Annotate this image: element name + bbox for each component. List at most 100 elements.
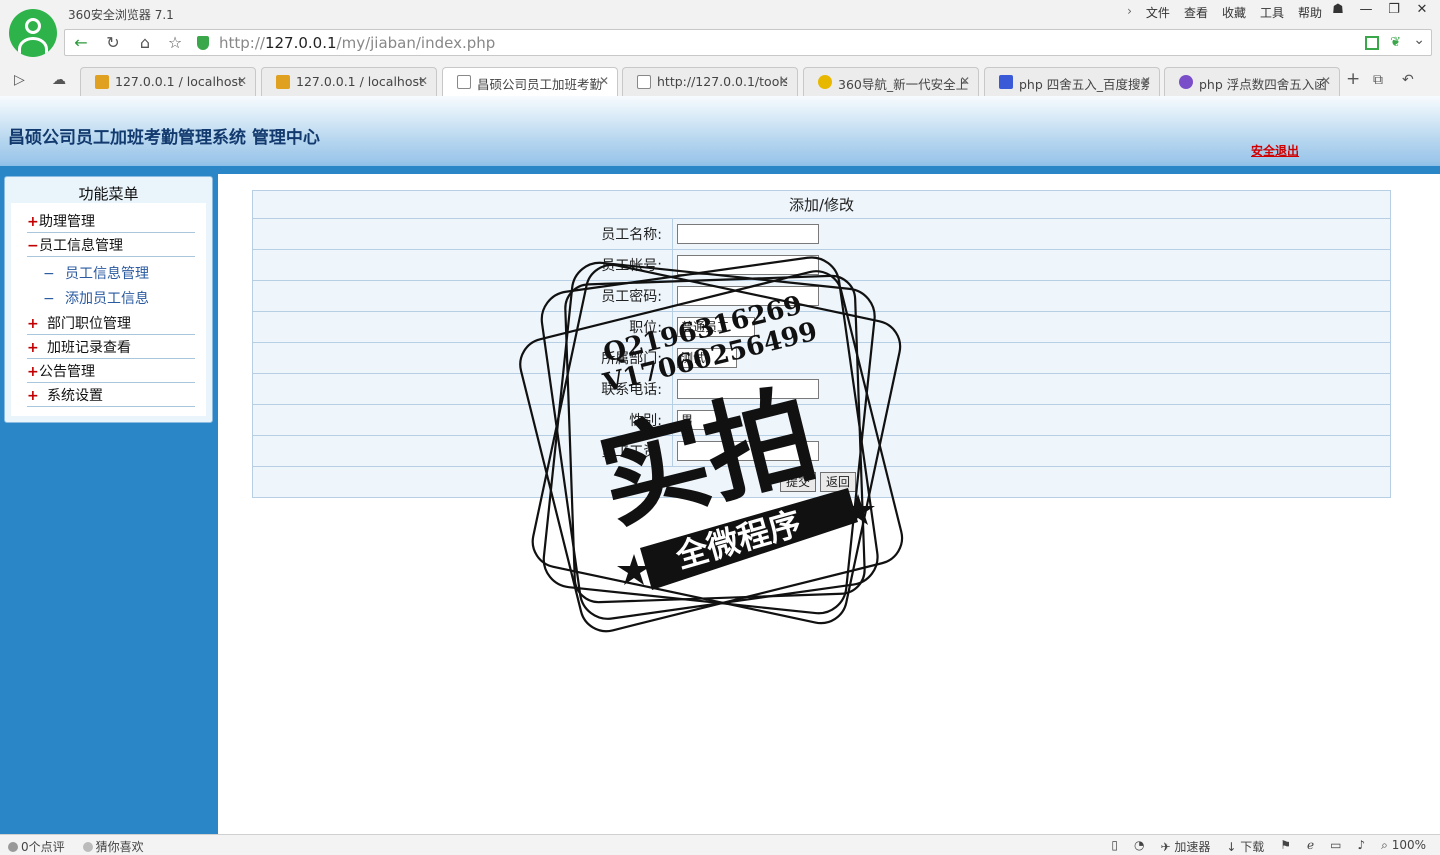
password-input[interactable] xyxy=(677,286,819,306)
zoom-level: 100% xyxy=(1391,838,1426,852)
leaf-icon[interactable]: ❦ xyxy=(1390,35,1401,50)
url-path: /my/jiaban/index.php xyxy=(336,34,496,52)
sidebar-toggle-icon[interactable]: ▷ xyxy=(14,72,25,88)
tab-active-system[interactable]: 昌硕公司员工加班考勤 ✕ xyxy=(442,67,618,97)
menu-file[interactable]: 文件 xyxy=(1146,4,1170,21)
back-arrow-icon[interactable]: ← xyxy=(71,33,91,53)
sidebar-item-label: 公告管理 xyxy=(39,364,95,380)
url-host: 127.0.0.1 xyxy=(264,34,337,52)
mobile-icon[interactable]: ▯ xyxy=(1111,838,1118,855)
dash-icon: − xyxy=(43,291,55,307)
reload-icon[interactable]: ↻ xyxy=(103,33,123,53)
chevron-right-icon[interactable]: › xyxy=(1127,4,1132,21)
logout-link[interactable]: 安全退出 xyxy=(1251,142,1299,159)
volume-icon[interactable]: ♪ xyxy=(1357,838,1365,855)
accelerator-button[interactable]: ✈ 加速器 xyxy=(1160,838,1210,855)
tab-label: php 浮点数四舍五入函 xyxy=(1199,77,1327,92)
tab-tools[interactable]: http://127.0.0.1/tools/ ✕ xyxy=(622,67,798,96)
close-tab-icon[interactable]: ✕ xyxy=(237,74,247,88)
tab-phpmyadmin-1[interactable]: 127.0.0.1 / localhost / ✕ xyxy=(80,67,256,96)
maximize-button[interactable]: ❐ xyxy=(1384,2,1404,20)
sidebar-item-notice[interactable]: +公告管理 xyxy=(27,361,195,383)
menu-help[interactable]: 帮助 xyxy=(1298,4,1322,21)
sidebar-subitem-add-employee[interactable]: − 添加员工信息 xyxy=(43,288,149,308)
sidebar-subitem-label: 添加员工信息 xyxy=(65,291,149,307)
close-tab-icon[interactable]: ✕ xyxy=(1321,74,1331,88)
form-heading: 添加/修改 xyxy=(252,190,1391,219)
account-input[interactable] xyxy=(677,255,819,275)
tab-360-nav[interactable]: 360导航_新一代安全上 ✕ xyxy=(803,67,979,96)
download-label: 下载 xyxy=(1240,840,1265,854)
account-label: 员工帐号: xyxy=(252,249,673,281)
window-icon[interactable]: ▭ xyxy=(1330,838,1341,855)
browser-title: 360安全浏览器 7.1 xyxy=(68,8,174,22)
sidebar-item-employee-info[interactable]: −员工信息管理 xyxy=(27,235,195,257)
sidebar-item-overtime[interactable]: + 加班记录查看 xyxy=(27,337,195,359)
tab-strip: ▷ ☁ 127.0.0.1 / localhost / ✕ 127.0.0.1 … xyxy=(0,66,1440,97)
recommend-label: 猜你喜欢 xyxy=(95,840,144,854)
name-input[interactable] xyxy=(677,224,819,244)
tab-label: http://127.0.0.1/tools/ xyxy=(657,74,787,89)
url-scheme: http:// xyxy=(219,34,265,52)
restore-tab-icon[interactable]: ⧉ xyxy=(1373,72,1383,88)
close-tab-icon[interactable]: ✕ xyxy=(418,74,428,88)
accelerator-label: 加速器 xyxy=(1174,840,1211,854)
qrcode-icon[interactable] xyxy=(1365,36,1379,50)
ie-icon[interactable]: ℯ xyxy=(1307,838,1314,855)
undo-icon[interactable]: ↶ xyxy=(1402,72,1414,88)
download-button[interactable]: ↓ 下载 xyxy=(1226,838,1264,855)
tab-baidu-search-1[interactable]: php 四舍五入_百度搜索 ✕ xyxy=(984,67,1160,96)
new-tab-icon[interactable]: + xyxy=(1346,69,1360,89)
back-button[interactable]: 返回 xyxy=(820,472,857,492)
php-icon xyxy=(1179,75,1193,89)
phone-input[interactable] xyxy=(677,379,819,399)
close-window-button[interactable]: ✕ xyxy=(1412,2,1432,20)
content-area: 添加/修改 员工名称: 员工帐号: 员工密码: 职位: 普通员工 所属部门: 测… xyxy=(218,174,1440,834)
comment-icon xyxy=(8,842,18,852)
form-actions: 提交 返回 xyxy=(252,466,1391,498)
sidebar-item-assistant[interactable]: +助理管理 xyxy=(27,211,195,233)
position-select[interactable]: 普通员工 xyxy=(677,317,755,337)
minus-icon: − xyxy=(27,238,39,254)
function-menu: 功能菜单 +助理管理 −员工信息管理 − 员工信息管理 − 添加员工信息 + 部门职位… xyxy=(4,176,213,423)
menu-view[interactable]: 查看 xyxy=(1184,4,1208,21)
tab-baidu-search-2[interactable]: php 浮点数四舍五入函 ✕ xyxy=(1164,67,1340,96)
home-icon[interactable]: ⌂ xyxy=(135,33,155,53)
salary-input[interactable] xyxy=(677,441,819,461)
user-avatar-icon[interactable] xyxy=(9,9,57,57)
plus-icon: + xyxy=(27,388,39,404)
recommend-status[interactable]: 猜你喜欢 xyxy=(82,838,144,855)
sidebar-item-settings[interactable]: + 系统设置 xyxy=(27,385,195,407)
password-label: 员工密码: xyxy=(252,280,673,312)
flag-icon[interactable]: ⚑ xyxy=(1280,838,1291,855)
menu-favorites[interactable]: 收藏 xyxy=(1222,4,1246,21)
close-tab-icon[interactable]: ✕ xyxy=(779,74,789,88)
skin-icon[interactable]: ☗ xyxy=(1328,2,1348,20)
sidebar-item-label: 助理管理 xyxy=(39,214,95,230)
minimize-button[interactable]: — xyxy=(1356,2,1376,20)
sidebar-item-label: 系统设置 xyxy=(47,388,103,404)
submit-button[interactable]: 提交 xyxy=(780,472,817,492)
sidebar-subitem-employee-list[interactable]: − 员工信息管理 xyxy=(43,263,149,283)
close-tab-icon[interactable]: ✕ xyxy=(960,74,970,88)
menu-tools[interactable]: 工具 xyxy=(1260,4,1284,21)
browser-chrome: 360安全浏览器 7.1 › 文件 查看 收藏 工具 帮助 ☗ — ❐ ✕ ← … xyxy=(0,0,1440,97)
gender-select[interactable]: 男 xyxy=(677,410,717,430)
close-tab-icon[interactable]: ✕ xyxy=(599,74,609,88)
cloud-icon[interactable]: ☁ xyxy=(52,72,66,88)
tab-phpmyadmin-2[interactable]: 127.0.0.1 / localhost / ✕ xyxy=(261,67,437,96)
tab-label: 360导航_新一代安全上 xyxy=(838,77,968,92)
speed-icon[interactable]: ◔ xyxy=(1134,838,1144,855)
department-select[interactable]: 测试 xyxy=(677,348,737,368)
sidebar-item-department[interactable]: + 部门职位管理 xyxy=(27,313,195,335)
star-icon[interactable]: ☆ xyxy=(165,33,185,53)
comments-status[interactable]: 0个点评 xyxy=(8,838,65,855)
chevron-down-icon[interactable]: ⌄ xyxy=(1413,32,1425,48)
baidu-paw-icon xyxy=(999,75,1013,89)
status-bar: 0个点评 猜你喜欢 ▯ ◔ ✈ 加速器 ↓ 下载 ⚑ ℯ ▭ ♪ ⌕ 100% xyxy=(0,834,1440,855)
close-tab-icon[interactable]: ✕ xyxy=(1141,74,1151,88)
url-input[interactable]: http://127.0.0.1/my/jiaban/index.php xyxy=(219,34,495,52)
plus-icon: + xyxy=(27,364,39,380)
window-controls: ☗ — ❐ ✕ xyxy=(1328,2,1432,20)
zoom-control[interactable]: ⌕ 100% xyxy=(1381,838,1426,855)
